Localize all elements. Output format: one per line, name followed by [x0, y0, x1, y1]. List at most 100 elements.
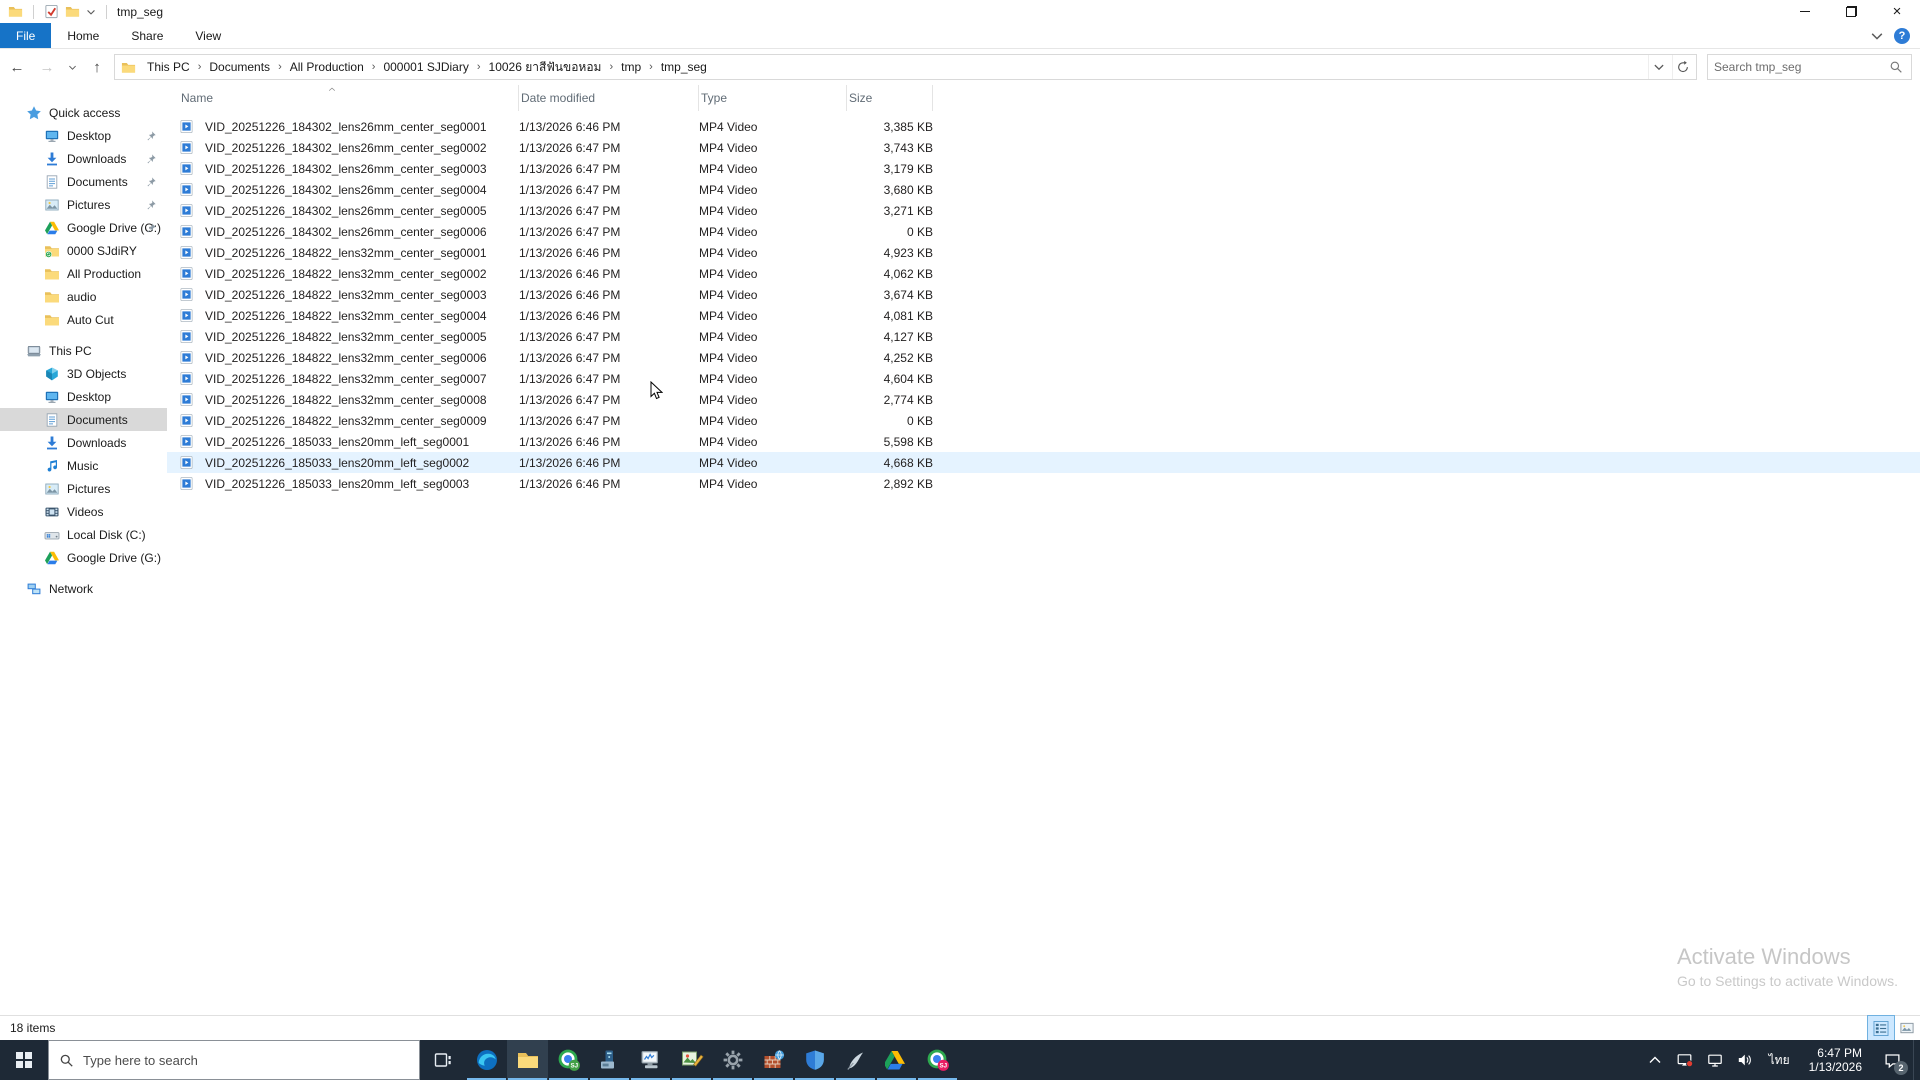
sidebar-item-3d-objects[interactable]: 3D Objects — [0, 362, 167, 385]
tab-view[interactable]: View — [179, 23, 237, 48]
clock[interactable]: 6:47 PM 1/13/2026 — [1799, 1040, 1872, 1080]
file-row[interactable]: VID_20251226_184302_lens26mm_center_seg0… — [167, 116, 1920, 137]
taskbar-app-defender-shield[interactable] — [794, 1040, 835, 1080]
taskbar-app-explorer[interactable] — [507, 1040, 548, 1080]
file-row[interactable]: VID_20251226_184822_lens32mm_center_seg0… — [167, 326, 1920, 347]
column-header-date-modified[interactable]: Date modified — [519, 85, 699, 111]
tray-network-icon[interactable] — [1700, 1040, 1730, 1080]
details-view-button[interactable] — [1867, 1015, 1895, 1041]
breadcrumb: This PC › Documents › All Production › 000001 … — [140, 55, 714, 79]
task-view-button[interactable] — [420, 1040, 466, 1080]
close-button[interactable]: × — [1874, 0, 1920, 23]
taskbar-app-edge[interactable] — [466, 1040, 507, 1080]
sidebar-item-audio[interactable]: audio — [0, 285, 167, 308]
file-row[interactable]: VID_20251226_184822_lens32mm_center_seg0… — [167, 305, 1920, 326]
back-button[interactable]: ← — [4, 54, 30, 80]
file-row[interactable]: VID_20251226_184302_lens26mm_center_seg0… — [167, 179, 1920, 200]
tab-file[interactable]: File — [0, 23, 52, 48]
forward-button[interactable]: → — [34, 54, 60, 80]
file-row[interactable]: VID_20251226_184822_lens32mm_center_seg0… — [167, 242, 1920, 263]
show-desktop-button[interactable] — [1913, 1040, 1920, 1080]
breadcrumb-item-all-production[interactable]: All Production — [283, 55, 371, 79]
column-header-name[interactable]: Name — [179, 85, 519, 111]
tab-share[interactable]: Share — [115, 23, 179, 48]
taskbar-app-chrome-sj[interactable]: SJ — [917, 1040, 958, 1080]
column-header-size[interactable]: Size — [847, 85, 933, 111]
address-dropdown-button[interactable] — [1648, 55, 1672, 79]
breadcrumb-item-this-pc[interactable]: This PC — [140, 55, 197, 79]
sidebar-item-desktop[interactable]: Desktop — [0, 124, 167, 147]
file-row[interactable]: VID_20251226_184302_lens26mm_center_seg0… — [167, 158, 1920, 179]
sidebar-item-local-disk-c[interactable]: Local Disk (C:) — [0, 523, 167, 546]
column-header-type[interactable]: Type — [699, 85, 847, 111]
new-folder-icon[interactable] — [65, 4, 80, 19]
sidebar-section-network[interactable]: Network — [0, 577, 167, 600]
sidebar-item-documents[interactable]: Documents — [0, 408, 167, 431]
search-input[interactable] — [1708, 60, 1889, 74]
file-row[interactable]: VID_20251226_184822_lens32mm_center_seg0… — [167, 263, 1920, 284]
file-row[interactable]: VID_20251226_184822_lens32mm_center_seg0… — [167, 347, 1920, 368]
taskbar-app-firewall[interactable] — [753, 1040, 794, 1080]
sidebar-item-downloads[interactable]: Downloads — [0, 147, 167, 170]
customize-qat-arrow-icon[interactable] — [86, 7, 96, 17]
language-indicator[interactable]: ไทย — [1760, 1040, 1799, 1080]
file-row[interactable]: VID_20251226_184822_lens32mm_center_seg0… — [167, 284, 1920, 305]
breadcrumb-item-10026[interactable]: 10026 ยาสีฟันขอหอม — [482, 55, 609, 79]
file-date-modified: 1/13/2026 6:46 PM — [519, 245, 621, 260]
file-row[interactable]: VID_20251226_184822_lens32mm_center_seg0… — [167, 410, 1920, 431]
file-row[interactable]: VID_20251226_184302_lens26mm_center_seg0… — [167, 200, 1920, 221]
explorer-search-box[interactable] — [1707, 54, 1912, 80]
expand-ribbon-chevron-icon[interactable] — [1870, 29, 1884, 43]
sidebar-item-pictures[interactable]: Pictures — [0, 193, 167, 216]
system-monitor-icon — [639, 1048, 663, 1072]
sidebar-item-0000-sjdiry[interactable]: 0000 SJdiRY — [0, 239, 167, 262]
refresh-button[interactable] — [1672, 55, 1696, 79]
sidebar-item-videos[interactable]: Videos — [0, 500, 167, 523]
taskbar-app-pc-tower[interactable] — [589, 1040, 630, 1080]
start-button[interactable] — [0, 1040, 48, 1080]
restore-button[interactable] — [1828, 0, 1874, 23]
file-row[interactable]: VID_20251226_184302_lens26mm_center_seg0… — [167, 221, 1920, 242]
taskbar-app-settings-gear[interactable] — [712, 1040, 753, 1080]
sidebar-item-desktop[interactable]: Desktop — [0, 385, 167, 408]
minimize-button[interactable] — [1782, 0, 1828, 23]
thumbnail-view-button[interactable] — [1894, 1016, 1920, 1040]
action-center-button[interactable]: 2 — [1872, 1040, 1913, 1080]
taskbar-app-chrome-sj[interactable]: SJ — [548, 1040, 589, 1080]
sidebar-item-all-production[interactable]: All Production — [0, 262, 167, 285]
breadcrumb-item-tmp-seg[interactable]: tmp_seg — [654, 55, 714, 79]
file-row[interactable]: VID_20251226_185033_lens20mm_left_seg000… — [167, 473, 1920, 494]
taskbar-search-box[interactable] — [48, 1040, 420, 1080]
sidebar-item-pictures[interactable]: Pictures — [0, 477, 167, 500]
breadcrumb-item-000001-sjdiary[interactable]: 000001 SJDiary — [376, 55, 475, 79]
sidebar-item-google-drive-g[interactable]: Google Drive (G:) — [0, 216, 167, 239]
file-row[interactable]: VID_20251226_184822_lens32mm_center_seg0… — [167, 368, 1920, 389]
help-icon[interactable]: ? — [1894, 27, 1910, 44]
recent-locations-chevron-icon[interactable] — [64, 54, 80, 80]
up-button[interactable]: ↑ — [84, 54, 110, 80]
taskbar-search-input[interactable] — [83, 1052, 409, 1068]
tray-volume-icon[interactable] — [1730, 1040, 1760, 1080]
taskbar-app-feather-pen[interactable] — [835, 1040, 876, 1080]
address-bar[interactable]: This PC › Documents › All Production › 000001 … — [114, 54, 1697, 80]
tab-home[interactable]: Home — [51, 23, 115, 48]
tray-chevron-up-icon[interactable] — [1640, 1040, 1670, 1080]
file-row[interactable]: VID_20251226_184302_lens26mm_center_seg0… — [167, 137, 1920, 158]
sidebar-item-downloads[interactable]: Downloads — [0, 431, 167, 454]
sidebar-item-auto-cut[interactable]: Auto Cut — [0, 308, 167, 331]
taskbar-app-google-drive[interactable] — [876, 1040, 917, 1080]
sidebar-item-music[interactable]: Music — [0, 454, 167, 477]
taskbar-app-image-editor[interactable] — [671, 1040, 712, 1080]
file-row[interactable]: VID_20251226_185033_lens20mm_left_seg000… — [167, 431, 1920, 452]
sidebar-section-this-pc[interactable]: This PC — [0, 339, 167, 362]
breadcrumb-item-documents[interactable]: Documents — [202, 55, 277, 79]
file-row[interactable]: VID_20251226_185033_lens20mm_left_seg000… — [167, 452, 1920, 473]
file-row[interactable]: VID_20251226_184822_lens32mm_center_seg0… — [167, 389, 1920, 410]
sidebar-section-quick-access[interactable]: Quick access — [0, 101, 167, 124]
properties-icon[interactable] — [44, 4, 59, 19]
sidebar-item-google-drive-g[interactable]: Google Drive (G:) — [0, 546, 167, 569]
sidebar-item-documents[interactable]: Documents — [0, 170, 167, 193]
tray-screen-record-icon[interactable] — [1670, 1040, 1700, 1080]
breadcrumb-item-tmp[interactable]: tmp — [614, 55, 648, 79]
taskbar-app-system-monitor[interactable] — [630, 1040, 671, 1080]
